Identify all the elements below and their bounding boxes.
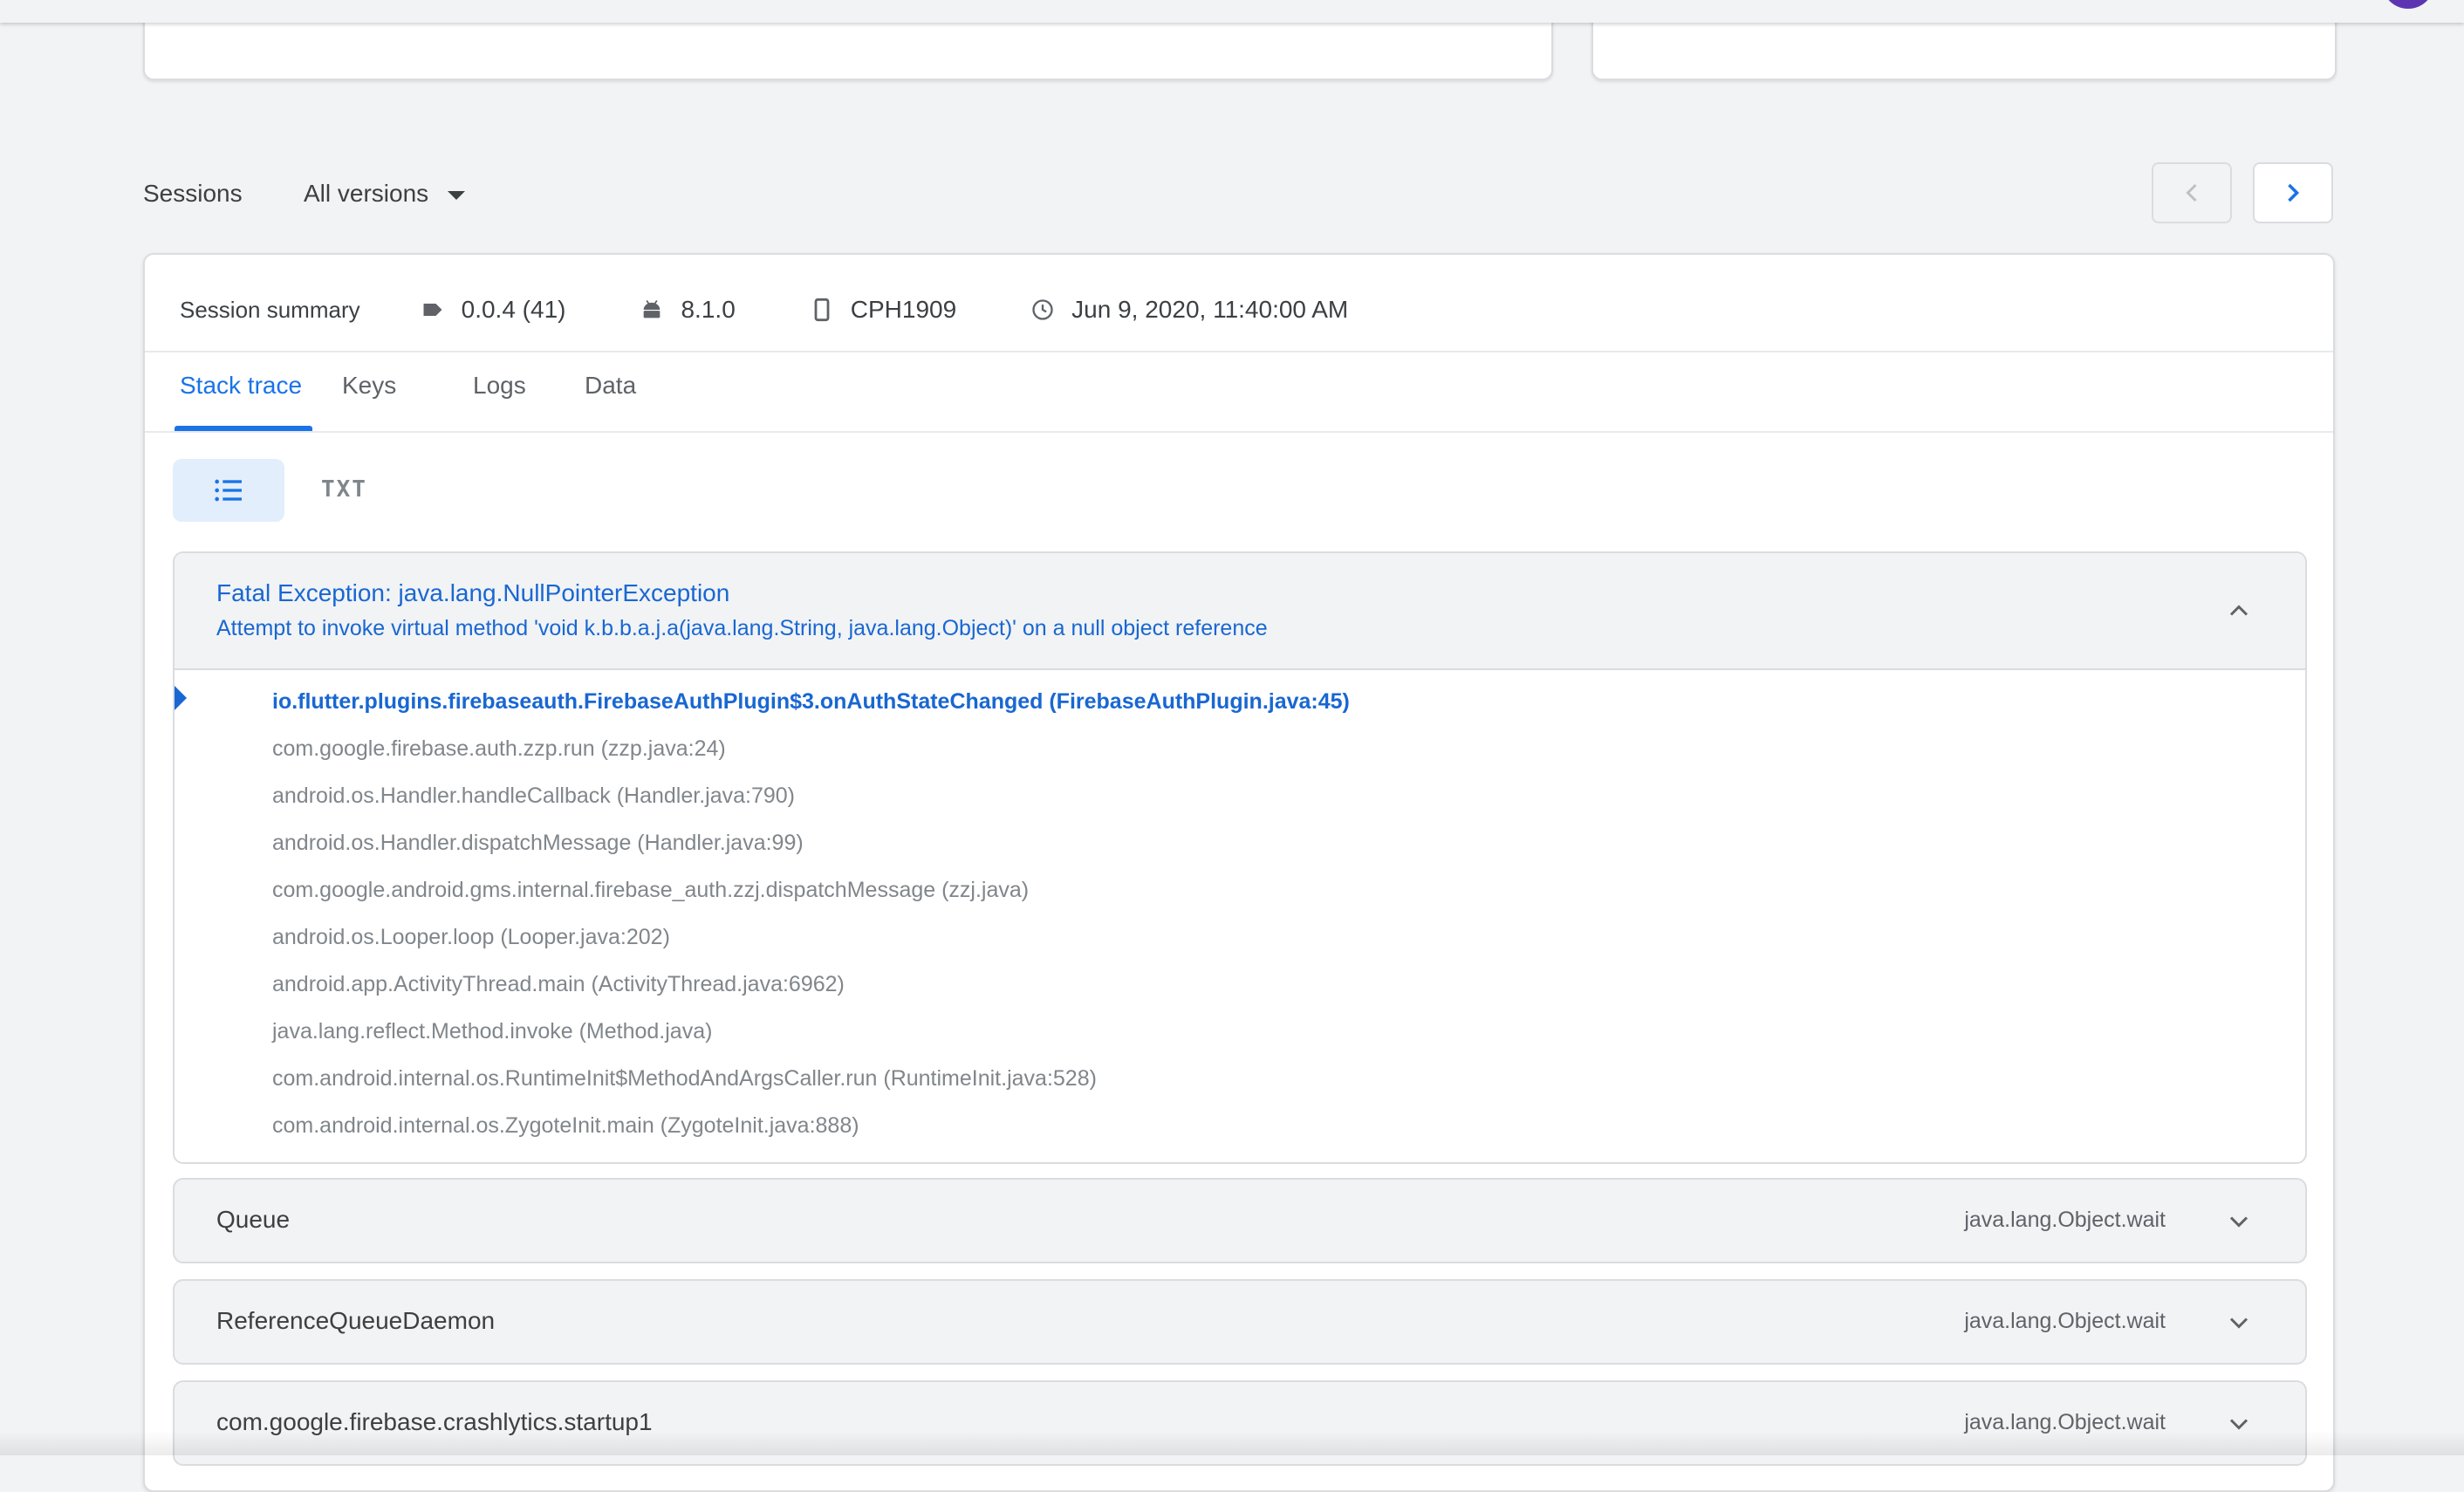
- session-summary-title: Session summary: [180, 296, 360, 323]
- label-tag-icon: [420, 297, 446, 323]
- top-app-bar: [0, 0, 2464, 23]
- app-version: 0.0.4 (41): [420, 296, 566, 324]
- thread-row-crashlytics-startup[interactable]: com.google.firebase.crashlytics.startup1…: [173, 1380, 2307, 1466]
- txt-view-button[interactable]: TXT: [321, 476, 367, 503]
- sessions-label: Sessions: [143, 180, 243, 207]
- thread-name: ReferenceQueueDaemon: [216, 1307, 496, 1334]
- fatal-exception-header[interactable]: Fatal Exception: java.lang.NullPointerEx…: [175, 553, 2305, 670]
- session-tabs: Stack trace Keys Logs Data: [145, 352, 2333, 433]
- fatal-exception-thread: Fatal Exception: java.lang.NullPointerEx…: [173, 551, 2307, 1164]
- stack-frame[interactable]: android.app.ActivityThread.main (Activit…: [272, 972, 845, 997]
- stack-frame[interactable]: com.google.android.gms.internal.firebase…: [272, 878, 1029, 903]
- session-timestamp: Jun 9, 2020, 11:40:00 AM: [1030, 296, 1348, 324]
- active-tab-indicator: [175, 426, 312, 431]
- phone-icon: [809, 297, 835, 323]
- stack-frame[interactable]: com.google.firebase.auth.zzp.run (zzp.ja…: [272, 736, 726, 762]
- tab-keys[interactable]: Keys: [342, 372, 396, 429]
- list-icon: [215, 479, 242, 502]
- stack-frame[interactable]: android.os.Handler.handleCallback (Handl…: [272, 784, 795, 809]
- android-icon: [639, 297, 665, 323]
- thread-top-frame: java.lang.Object.wait: [1964, 1410, 2166, 1434]
- previous-session-button[interactable]: [2152, 162, 2232, 223]
- stack-frame[interactable]: io.flutter.plugins.firebaseauth.Firebase…: [272, 689, 1350, 715]
- stack-frame[interactable]: java.lang.reflect.Method.invoke (Method.…: [272, 1019, 712, 1044]
- version-filter-dropdown[interactable]: All versions: [304, 169, 466, 218]
- thread-row-queue[interactable]: Queue java.lang.Object.wait: [173, 1178, 2307, 1263]
- os-version: 8.1.0: [639, 296, 736, 324]
- tab-data[interactable]: Data: [585, 372, 636, 429]
- version-filter-value: All versions: [304, 180, 429, 207]
- list-view-button[interactable]: [173, 459, 284, 522]
- session-card: Session summary 0.0.4 (41) 8.1.0 CPH1909…: [143, 253, 2335, 1492]
- chevron-down-icon[interactable]: [2223, 1206, 2255, 1237]
- tab-logs[interactable]: Logs: [473, 372, 526, 429]
- chevron-down-icon[interactable]: [2223, 1307, 2255, 1338]
- thread-row-reference-queue-daemon[interactable]: ReferenceQueueDaemon java.lang.Object.wa…: [173, 1279, 2307, 1365]
- thread-name: Queue: [216, 1206, 291, 1233]
- stack-frame[interactable]: android.os.Handler.dispatchMessage (Hand…: [272, 831, 804, 856]
- device-value: CPH1909: [850, 296, 957, 323]
- thread-name: com.google.firebase.crashlytics.startup1: [216, 1408, 653, 1435]
- next-session-button[interactable]: [2253, 162, 2333, 223]
- os-version-value: 8.1.0: [681, 296, 736, 323]
- caret-down-icon: [448, 191, 466, 200]
- chevron-up-icon[interactable]: [2223, 595, 2255, 626]
- thread-top-frame: java.lang.Object.wait: [1964, 1208, 2166, 1232]
- fatal-exception-message: Attempt to invoke virtual method 'void k…: [216, 616, 1268, 640]
- device: CPH1909: [809, 296, 956, 324]
- stack-frame[interactable]: com.android.internal.os.ZygoteInit.main …: [272, 1113, 859, 1139]
- timestamp-value: Jun 9, 2020, 11:40:00 AM: [1071, 296, 1349, 323]
- stack-frame[interactable]: com.android.internal.os.RuntimeInit$Meth…: [272, 1066, 1097, 1092]
- fatal-exception-title: Fatal Exception: java.lang.NullPointerEx…: [216, 579, 730, 606]
- chevron-down-icon[interactable]: [2223, 1408, 2255, 1440]
- chevron-right-icon: [2288, 183, 2300, 202]
- clock-icon: [1030, 297, 1056, 323]
- stack-frame[interactable]: android.os.Looper.loop (Looper.java:202): [272, 925, 670, 950]
- app-version-value: 0.0.4 (41): [461, 296, 566, 323]
- thread-top-frame: java.lang.Object.wait: [1964, 1309, 2166, 1333]
- chevron-left-icon: [2186, 183, 2197, 202]
- tab-stack-trace[interactable]: Stack trace: [180, 372, 302, 429]
- crash-frame-marker-icon: [175, 686, 187, 710]
- sessions-header: Sessions All versions: [143, 162, 2335, 225]
- session-summary: Session summary 0.0.4 (41) 8.1.0 CPH1909…: [145, 255, 2333, 352]
